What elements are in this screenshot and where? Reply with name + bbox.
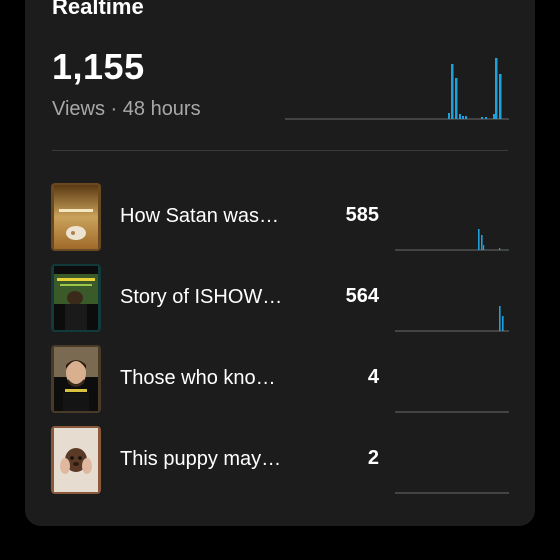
chart-bar [493,114,495,119]
realtime-card[interactable]: Realtime 1,155 Views · 48 hours How Sata… [25,0,535,526]
video-sparkline [395,229,509,251]
video-title[interactable]: How Satan was… [120,205,279,228]
puppy-thumbnail [51,426,101,494]
video-row[interactable]: How Satan was… 585 [51,183,511,251]
views-period-label: Views · 48 hours [52,98,201,120]
chart-bar [485,117,487,119]
video-row[interactable]: This puppy may… 2 [51,426,511,494]
chart-bar [465,116,467,119]
chart-bar [495,58,498,119]
chart-bar [462,116,464,119]
man-portrait-thumbnail [51,345,101,413]
satan-video-thumbnail [51,183,101,251]
chart-bar [481,117,483,119]
video-title[interactable]: Those who kno… [120,367,276,390]
video-row[interactable]: Story of ISHOW… 564 [51,264,511,332]
video-title[interactable]: Story of ISHOW… [120,286,282,309]
video-row[interactable]: Those who kno… 4 [51,345,511,413]
chart-bar [459,114,461,119]
video-view-count: 564 [345,285,379,307]
total-views-value: 1,155 [52,46,145,87]
realtime-views-chart [285,58,509,120]
video-title[interactable]: This puppy may… [120,448,281,471]
sparkline-bar [499,248,501,250]
video-sparkline [395,306,509,332]
ishow-video-thumbnail [51,264,101,332]
chart-bar [455,78,458,119]
video-sparkline [395,411,509,413]
sparkline-bar [478,229,480,250]
sparkline-bar [502,316,504,331]
sparkline-bar [499,306,501,331]
chart-bar [451,64,454,119]
sparkline-bar [481,235,483,250]
sparkline-bar [483,245,485,250]
video-view-count: 585 [345,204,379,226]
chart-bar [499,74,502,119]
video-view-count: 2 [367,447,379,469]
chart-bar [448,113,450,119]
video-view-count: 4 [367,366,379,388]
section-divider [52,150,508,151]
video-sparkline [395,492,509,494]
card-title: Realtime [52,0,144,19]
